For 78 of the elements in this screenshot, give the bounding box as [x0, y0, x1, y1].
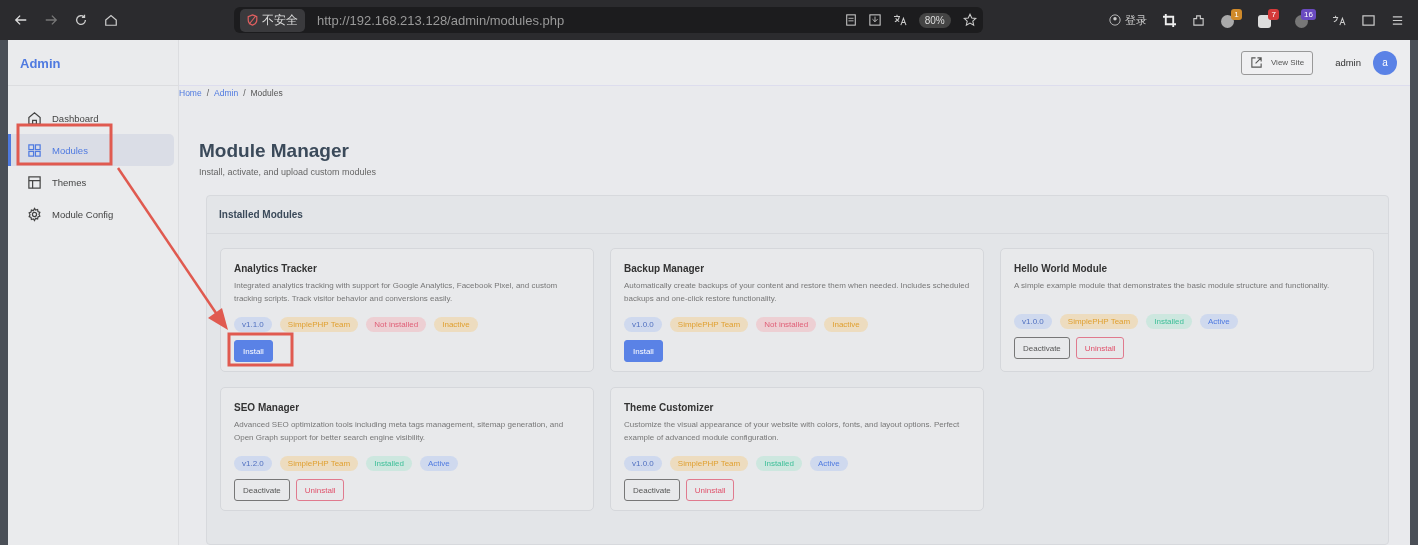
breadcrumb-link[interactable]: Admin	[214, 88, 239, 98]
status-badge: Active	[420, 456, 458, 471]
panel-title: Installed Modules	[207, 196, 1388, 234]
home-icon[interactable]	[104, 13, 118, 27]
home-icon	[27, 110, 42, 126]
status-badge: Active	[810, 456, 848, 471]
sidebar-icon[interactable]	[1362, 13, 1375, 27]
deactivate-button[interactable]: Deactivate	[1014, 337, 1070, 359]
module-name: Backup Manager	[624, 263, 706, 274]
breadcrumb-current: Modules	[250, 88, 283, 98]
grid-icon	[27, 142, 42, 158]
breadcrumb-separator: /	[243, 88, 246, 98]
sidebar-item[interactable]: Themes	[8, 166, 174, 198]
module-description: Automatically create backups of your content and restore them when needed. Includes scheduled backups and one-click restore functionality.	[624, 280, 970, 305]
version-badge: v1.0.0	[1014, 314, 1052, 329]
module-description: Integrated analytics tracking with support for Google Analytics, Facebook Pixel, and custom tracking scripts. Track visitor behavior and conversions easily.	[234, 280, 559, 305]
status-badge: Inactive	[824, 317, 868, 332]
user-name: admin	[1335, 57, 1361, 68]
status-badge: Inactive	[434, 317, 478, 332]
translate-icon[interactable]	[1332, 14, 1346, 26]
download-icon[interactable]	[868, 14, 881, 26]
version-badge: v1.0.0	[624, 317, 662, 332]
breadcrumb-link[interactable]: Home	[179, 88, 202, 98]
status-badge: Not installed	[366, 317, 427, 332]
user-avatar[interactable]: a	[1373, 50, 1397, 75]
highlight-frame	[227, 332, 294, 367]
module-description: Customize the visual appearance of your website with colors, fonts, and layout options. Perfect example of advanced module configuration.	[624, 419, 961, 444]
breadcrumb-separator: /	[206, 88, 210, 98]
page-subtitle: Install, activate, and upload custom modules	[199, 167, 378, 177]
back-icon[interactable]	[14, 13, 28, 27]
author-badge: SimplePHP Team	[1059, 314, 1139, 329]
module-name: Theme Customizer	[624, 402, 715, 413]
login-button[interactable]: 登录	[1108, 12, 1147, 28]
menu-icon[interactable]	[1391, 13, 1404, 27]
external-link-icon	[1249, 56, 1263, 69]
uninstall-button[interactable]: Uninstall	[685, 479, 735, 501]
page-title: Module Manager	[199, 140, 350, 162]
crop-icon[interactable]	[1162, 13, 1176, 27]
settings-icon	[27, 206, 42, 222]
brand-title: Admin	[8, 40, 178, 86]
version-badge: v1.1.0	[234, 317, 272, 332]
uninstall-button[interactable]: Uninstall	[295, 479, 345, 501]
module-name: Analytics Tracker	[234, 263, 318, 274]
reload-icon[interactable]	[74, 13, 88, 27]
author-badge: SimplePHP Team	[669, 456, 749, 471]
author-badge: SimplePHP Team	[279, 456, 359, 471]
status-badge: Not installed	[756, 317, 817, 332]
module-description: Advanced SEO optimization tools including meta tags management, sitemap generation, and Open Graph support for better search engine visibility.	[234, 419, 565, 444]
layout-icon	[27, 174, 42, 190]
translate-icon[interactable]	[892, 14, 907, 26]
install-button[interactable]: Install	[624, 340, 663, 362]
zoom-level[interactable]: 80%	[918, 12, 951, 28]
status-badge: Installed	[366, 456, 412, 471]
deactivate-button[interactable]: Deactivate	[624, 479, 680, 501]
install-button[interactable]: Install	[234, 340, 273, 362]
module-name: Hello World Module	[1014, 263, 1109, 274]
sidebar-item[interactable]: Module Config	[8, 198, 174, 230]
forward-icon[interactable]	[44, 13, 58, 27]
module-description: A simple example module that demonstrates the basic module structure and functionality.	[1014, 280, 1331, 292]
author-badge: SimplePHP Team	[279, 317, 359, 332]
reader-icon[interactable]	[844, 14, 857, 26]
account-icon	[1108, 14, 1121, 26]
module-name: SEO Manager	[234, 402, 301, 413]
status-badge: Installed	[756, 456, 802, 471]
security-indicator[interactable]: 不安全	[240, 8, 305, 32]
puzzle-icon[interactable]	[1191, 13, 1205, 27]
view-site-button[interactable]: View Site	[1240, 50, 1314, 75]
version-badge: v1.2.0	[234, 456, 272, 471]
deactivate-button[interactable]: Deactivate	[234, 479, 290, 501]
status-badge: Installed	[1146, 314, 1192, 329]
sidebar-item[interactable]: Modules	[8, 134, 174, 166]
star-icon[interactable]	[962, 13, 977, 27]
uninstall-button[interactable]: Uninstall	[1075, 337, 1125, 359]
status-badge: Active	[1200, 314, 1238, 329]
version-badge: v1.0.0	[624, 456, 662, 471]
address-bar[interactable]: 不安全 http://192.168.213.128/admin/modules.php 80%	[234, 7, 983, 33]
sidebar-item[interactable]: Dashboard	[8, 102, 174, 134]
author-badge: SimplePHP Team	[669, 317, 749, 332]
